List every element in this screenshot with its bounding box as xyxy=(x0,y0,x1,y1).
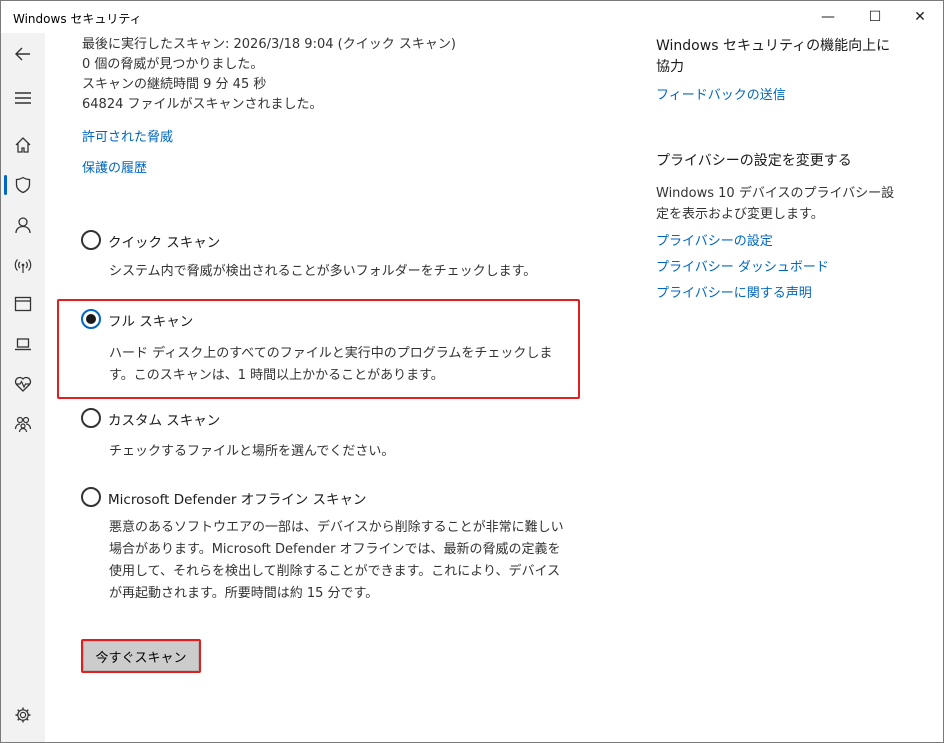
home-icon xyxy=(15,137,31,153)
app-browser-icon xyxy=(14,296,32,312)
title-bar: Windows セキュリティ — ☐ ✕ xyxy=(1,1,943,33)
protection-history-link[interactable]: 保護の履歴 xyxy=(82,157,147,176)
offline-scan-radio[interactable] xyxy=(81,487,101,507)
close-button[interactable]: ✕ xyxy=(897,1,943,33)
privacy-dashboard-link[interactable]: プライバシー ダッシュボード xyxy=(656,256,829,275)
nav-account-protection[interactable] xyxy=(1,206,45,244)
full-scan-radio[interactable] xyxy=(81,309,101,329)
privacy-settings-link[interactable]: プライバシーの設定 xyxy=(656,230,773,249)
threats-found-text: 0 個の脅威が見つかりました。 xyxy=(82,57,264,72)
nav-firewall[interactable] xyxy=(1,246,45,284)
custom-scan-label: カスタム スキャン xyxy=(108,413,221,429)
scan-now-button[interactable]: 今すぐスキャン xyxy=(83,641,199,671)
device-icon xyxy=(15,338,31,351)
minimize-button[interactable]: — xyxy=(805,1,851,33)
maximize-button[interactable]: ☐ xyxy=(852,1,898,33)
quick-scan-description: システム内で脅威が検出されることが多いフォルダーをチェックします。 xyxy=(109,264,537,279)
privacy-heading: プライバシーの設定を変更する xyxy=(656,153,852,169)
health-icon xyxy=(14,376,32,392)
menu-button[interactable] xyxy=(1,79,45,117)
quick-scan-radio[interactable] xyxy=(81,230,101,250)
settings-icon xyxy=(15,707,31,723)
family-icon xyxy=(14,416,32,433)
wireless-icon xyxy=(14,259,32,273)
privacy-description: Windows 10 デバイスのプライバシー設定を表示および変更します。 xyxy=(656,186,895,222)
allowed-threats-link[interactable]: 許可された脅威 xyxy=(82,126,173,145)
account-icon xyxy=(15,217,31,234)
last-scan-text: 最後に実行したスキャン: 2026/3/18 9:04 (クイック スキャン) xyxy=(82,37,456,52)
files-scanned-text: 64824 ファイルがスキャンされました。 xyxy=(82,97,323,112)
nav-virus-protection[interactable] xyxy=(1,166,45,204)
offline-scan-description: 悪意のあるソフトウエアの一部は、デバイスから削除することが非常に難しい場合があり… xyxy=(109,520,564,601)
nav-device-health[interactable] xyxy=(1,365,45,403)
shield-icon xyxy=(15,176,31,194)
full-scan-label: フル スキャン xyxy=(108,314,194,330)
custom-scan-description: チェックするファイルと場所を選んでください。 xyxy=(109,444,395,459)
quick-scan-label: クイック スキャン xyxy=(108,235,221,251)
nav-home[interactable] xyxy=(1,126,45,164)
nav-settings[interactable] xyxy=(1,696,45,734)
offline-scan-label: Microsoft Defender オフライン スキャン xyxy=(108,492,367,508)
scan-duration-text: スキャンの継続時間 9 分 45 秒 xyxy=(82,77,267,92)
nav-app-browser-control[interactable] xyxy=(1,285,45,323)
feedback-link[interactable]: フィードバックの送信 xyxy=(656,84,786,103)
improve-heading: Windows セキュリティの機能向上に協力 xyxy=(656,38,891,75)
back-icon xyxy=(15,47,30,61)
nav-family-options[interactable] xyxy=(1,405,45,443)
custom-scan-radio[interactable] xyxy=(81,408,101,428)
navigation-sidebar xyxy=(1,33,45,742)
window-title: Windows セキュリティ xyxy=(13,12,142,26)
nav-device-security[interactable] xyxy=(1,325,45,363)
main-content: 最後に実行したスキャン: 2026/3/18 9:04 (クイック スキャン) … xyxy=(45,33,943,742)
full-scan-description: ハード ディスク上のすべてのファイルと実行中のプログラムをチェックします。このス… xyxy=(109,346,553,383)
app-window: Windows セキュリティ — ☐ ✕ 最後に実行したスキャン: 2026/3… xyxy=(0,0,944,743)
menu-icon xyxy=(15,92,31,104)
privacy-statement-link[interactable]: プライバシーに関する声明 xyxy=(656,282,812,301)
back-button[interactable] xyxy=(1,35,45,73)
